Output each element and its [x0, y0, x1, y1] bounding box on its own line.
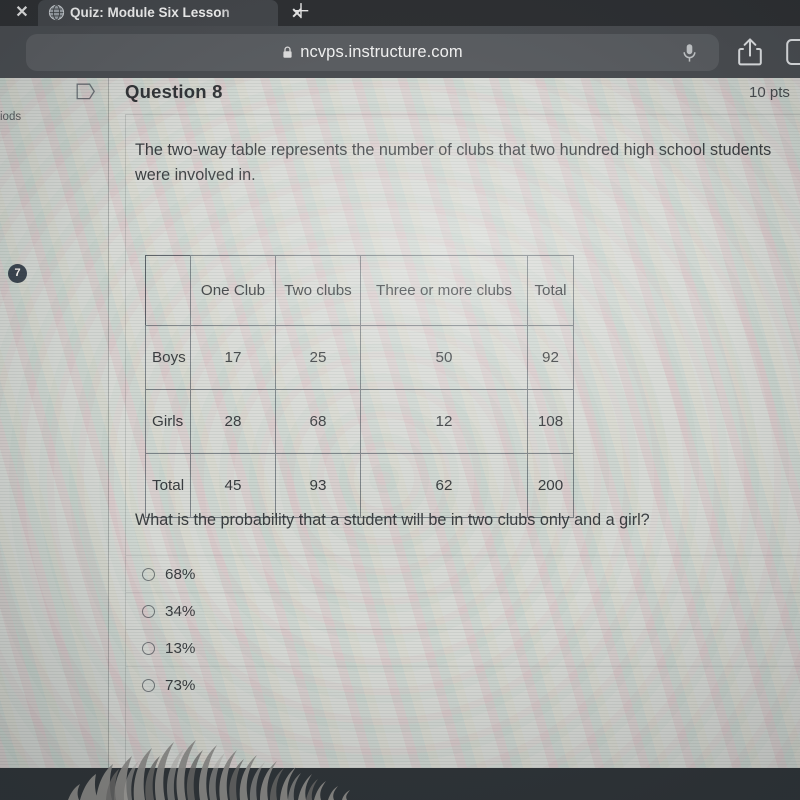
table-row-label-boys: Boys: [145, 325, 191, 390]
browser-tab-title: Quiz: Module Six Lesson: [70, 5, 230, 20]
microphone-icon[interactable]: [682, 43, 697, 63]
answer-option-label: 68%: [165, 565, 196, 583]
cell-girls-one: 28: [190, 389, 276, 454]
globe-icon: [48, 4, 65, 21]
table-row: Girls 28 68 12 108: [145, 389, 574, 454]
address-bar-url: ncvps.instructure.com: [300, 43, 463, 61]
cell-girls-three: 12: [360, 389, 528, 454]
fur-foreground: [68, 740, 350, 800]
table-col-header-three-or-more: Three or more clubs: [360, 255, 528, 326]
radio-button-icon[interactable]: [142, 604, 155, 618]
table-col-header-two-clubs: Two clubs: [275, 255, 361, 326]
lock-icon: [283, 46, 292, 58]
page-title: Question 8: [125, 81, 223, 102]
cell-boys-three: 50: [360, 325, 528, 390]
question-body: The two-way table represents the number …: [125, 114, 800, 768]
table-col-header-total: Total: [527, 255, 574, 326]
answer-option-1[interactable]: 68%: [126, 555, 800, 592]
cell-boys-one: 17: [190, 325, 276, 390]
question-number-badge[interactable]: 7: [8, 264, 27, 283]
browser-tab-active[interactable]: Quiz: Module Six Lesson ✕: [38, 0, 303, 26]
address-bar[interactable]: ncvps.instructure.com: [26, 34, 719, 71]
new-tab-button[interactable]: ＋: [283, 0, 319, 26]
table-row-label-girls: Girls: [145, 389, 191, 454]
table-row: Boys 17 25 50 92: [145, 325, 574, 390]
bookmark-flag-icon[interactable]: [76, 83, 96, 101]
answer-option-label: 34%: [165, 602, 196, 620]
question-points: 10 pts: [749, 84, 790, 101]
browser-toolbar: ncvps.instructure.com: [0, 26, 800, 78]
table-header-row: One Club Two clubs Three or more clubs T…: [145, 255, 574, 326]
screenshot-root: ✕ Quiz: Module Six Lesson ✕ ＋ ncvps.inst…: [0, 0, 800, 800]
question-card: Question 8 10 pts The two-way table repr…: [76, 78, 800, 768]
answer-option-3[interactable]: 13%: [126, 629, 800, 666]
cell-girls-total: 108: [527, 389, 574, 454]
question-header: Question 8 10 pts: [109, 78, 800, 114]
share-icon[interactable]: [737, 37, 763, 67]
address-bar-content: ncvps.instructure.com: [26, 34, 719, 71]
cell-boys-two: 25: [275, 325, 361, 390]
radio-button-icon[interactable]: [142, 678, 155, 692]
answer-option-label: 73%: [165, 676, 196, 694]
web-page: iods 7 Question 8 10 pts The two-way tab…: [0, 78, 800, 768]
cell-girls-two: 68: [275, 389, 361, 454]
question-text: What is the probability that a student w…: [135, 511, 650, 529]
quiz-sidebar: iods 7: [0, 78, 108, 768]
browser-tab-strip: ✕ Quiz: Module Six Lesson ✕ ＋: [0, 0, 800, 26]
sidebar-truncated-label: iods: [0, 111, 22, 123]
answer-options: 68% 34% 13% 73%: [126, 555, 800, 703]
close-window-icon[interactable]: ✕: [9, 1, 35, 25]
table-col-header-one-club: One Club: [190, 255, 276, 326]
radio-button-icon[interactable]: [142, 641, 155, 655]
cell-boys-total: 92: [527, 325, 574, 390]
question-prompt: The two-way table represents the number …: [135, 141, 772, 184]
answer-option-2[interactable]: 34%: [126, 592, 800, 629]
tabs-overview-icon[interactable]: [786, 38, 800, 66]
answer-option-4[interactable]: 73%: [126, 666, 800, 703]
radio-button-icon[interactable]: [142, 567, 155, 581]
table-corner-cell: [145, 255, 191, 326]
answer-option-label: 13%: [165, 639, 196, 657]
two-way-table: One Club Two clubs Three or more clubs T…: [145, 255, 574, 518]
